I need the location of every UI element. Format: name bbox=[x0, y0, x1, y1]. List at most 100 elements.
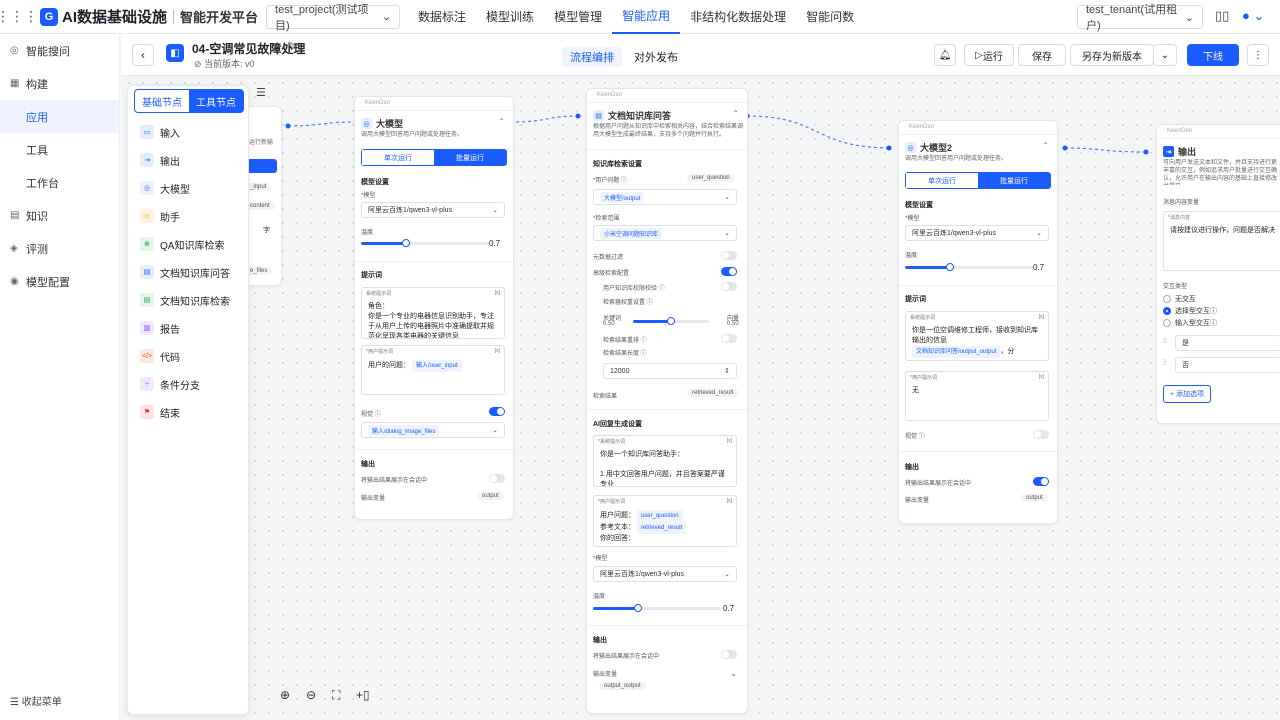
palette-item-llm[interactable]: ◎ 大模型 bbox=[140, 179, 190, 197]
output-display-toggle[interactable] bbox=[1033, 477, 1049, 486]
back-button[interactable]: ‹ bbox=[132, 44, 154, 66]
choice-option-no[interactable]: 否 bbox=[1175, 357, 1280, 373]
temperature-slider[interactable] bbox=[905, 263, 1033, 271]
palette-item-qa-search[interactable]: ⊕ QA知识库检索 bbox=[140, 235, 224, 253]
output-display-toggle[interactable] bbox=[721, 650, 737, 659]
nav-data-annotation[interactable]: 数据标注 bbox=[408, 0, 476, 34]
output-display-toggle[interactable] bbox=[489, 474, 505, 483]
palette-item-assistant[interactable]: ☺ 助手 bbox=[140, 207, 180, 225]
save-menu-button[interactable]: ⌄ bbox=[1153, 44, 1177, 66]
tab-tool-nodes[interactable]: 工具节点 bbox=[189, 90, 243, 112]
bell-icon[interactable]: 🔔︎ bbox=[934, 44, 956, 66]
add-option-button[interactable]: + 添加选项 bbox=[1163, 385, 1212, 403]
sidebar-item-evaluation[interactable]: ◈ 评测 bbox=[0, 232, 119, 265]
doc-temperature-slider[interactable] bbox=[593, 604, 721, 612]
model-select[interactable]: 阿里云百炼1/qwen3-vl-plus ⌄ bbox=[361, 202, 505, 218]
nav-model-management[interactable]: 模型管理 bbox=[544, 0, 612, 34]
output-node[interactable]: KeenGen ⇥ 输出 可向用户发送文本和文件，并且支持进行更丰富的交互，例如追… bbox=[1156, 124, 1280, 424]
vision-var-select[interactable]: 输入/dialog_image_files ⌄ bbox=[361, 422, 505, 438]
llm-node[interactable]: KeenGen ◎ 大模型 ⌃ 调用大模型回答用户问题或处理任务。 单次运行 批量… bbox=[354, 96, 515, 520]
expand-icon[interactable]: [x] bbox=[495, 290, 500, 296]
sidebar-item-apps[interactable]: 应用 bbox=[0, 100, 119, 133]
nav-smart-query[interactable]: 智能问数 bbox=[796, 0, 864, 34]
vision-toggle[interactable] bbox=[1033, 430, 1049, 439]
expand-icon[interactable]: [x] bbox=[727, 498, 732, 504]
advanced-search-toggle[interactable] bbox=[721, 267, 737, 276]
batch-run-tab[interactable]: 批量运行 bbox=[978, 173, 1050, 188]
metadata-filter-toggle[interactable] bbox=[721, 251, 737, 260]
slider-knob[interactable] bbox=[667, 317, 675, 325]
rerank-toggle[interactable] bbox=[721, 334, 737, 343]
palette-item-code[interactable]: </> 代码 bbox=[140, 347, 180, 365]
doc-qa-node[interactable]: KeenGen ▤ 文档知识库问答 ⌃ 根据用户问题从知识库中检索相关内容，结合检… bbox=[586, 88, 749, 714]
sidebar-item-workbench[interactable]: 工作台 bbox=[0, 166, 119, 199]
radio-no-interaction[interactable]: 无交互 bbox=[1163, 294, 1196, 304]
add-note-icon[interactable]: +▯ bbox=[356, 688, 370, 702]
radio-input-interaction[interactable]: 输入型交互 ⓘ bbox=[1163, 318, 1217, 328]
palette-item-condition[interactable]: ⑂ 条件分支 bbox=[140, 375, 200, 393]
drag-handle-icon[interactable]: ⁞⁞ bbox=[1163, 360, 1167, 367]
model-select[interactable]: 阿里云百炼1/qwen3-vl-plus ⌄ bbox=[905, 225, 1049, 241]
doc-system-prompt-box[interactable]: *系统提示词 [x] 你是一个知识库问答助手： 1.用中文回答用户问题，并且答案… bbox=[593, 435, 737, 487]
sidebar-item-knowledge[interactable]: ▤ 知识 bbox=[0, 199, 119, 232]
collapse-menu-button[interactable]: ☰ 收起菜单 bbox=[10, 693, 62, 708]
layout-icon[interactable]: ☰ bbox=[256, 86, 266, 99]
system-prompt-box[interactable]: 系统提示词 [x] 你是一位空调维修工程师，接收到知识库输出的信息 文档知识库问答… bbox=[905, 311, 1049, 361]
nav-unstructured-data[interactable]: 非结构化数据处理 bbox=[680, 0, 796, 34]
doc-model-select[interactable]: 阿里云百炼1/qwen3-vl-plus ⌄ bbox=[593, 566, 737, 582]
collapse-icon[interactable]: ⌃ bbox=[732, 109, 739, 118]
user-avatar-icon[interactable]: ● ⌄ bbox=[1242, 8, 1264, 24]
single-run-tab[interactable]: 单次运行 bbox=[906, 173, 978, 188]
slider-knob[interactable] bbox=[945, 263, 954, 271]
vision-toggle[interactable] bbox=[489, 407, 505, 416]
user-prompt-box[interactable]: *用户提示词 [x] 无 bbox=[905, 371, 1049, 421]
weight-slider[interactable] bbox=[633, 317, 709, 325]
sidebar-item-tools[interactable]: 工具 bbox=[0, 133, 119, 166]
llm2-node[interactable]: KeenGen ◎ 大模型2 ⌃ 调用大模型回答用户问题或处理任务。 单次运行 批… bbox=[898, 120, 1059, 524]
palette-item-doc-qa[interactable]: ▤ 文档知识库问答 bbox=[140, 263, 230, 281]
tab-basic-nodes[interactable]: 基础节点 bbox=[135, 90, 189, 112]
fit-view-icon[interactable]: ⛶ bbox=[332, 688, 340, 703]
nav-model-training[interactable]: 模型训练 bbox=[476, 0, 544, 34]
batch-run-tab[interactable]: 批量运行 bbox=[434, 150, 506, 165]
more-icon[interactable]: ⋮ bbox=[1247, 44, 1269, 66]
project-select[interactable]: test_project(测试项目) ⌄ bbox=[266, 4, 401, 32]
expand-icon[interactable]: [x] bbox=[1039, 374, 1044, 380]
palette-item-report[interactable]: ▥ 报告 bbox=[140, 319, 180, 337]
scope-select[interactable]: 小米空调问题知识库 ⌄ bbox=[593, 225, 737, 241]
question-select[interactable]: 大模型/output ⌄ bbox=[593, 189, 737, 205]
expand-icon[interactable]: [x] bbox=[727, 438, 732, 444]
palette-item-doc-search[interactable]: ▤ 文档知识库检索 bbox=[140, 291, 230, 309]
radio-choice-interaction[interactable]: 选择型交互 ⓘ bbox=[1163, 306, 1217, 316]
sidebar-item-smart-search[interactable]: ◎ 智能搜问 bbox=[0, 34, 119, 67]
nav-smart-apps[interactable]: 智能应用 bbox=[612, 0, 681, 34]
slider-knob[interactable] bbox=[401, 239, 410, 247]
app-grid-icon[interactable]: ⋮⋮⋮ bbox=[0, 0, 38, 34]
tab-flow-orchestration[interactable]: 流程编排 bbox=[562, 47, 622, 67]
drag-handle-icon[interactable]: ⁞⁞ bbox=[1163, 338, 1167, 345]
zoom-out-icon[interactable]: ⊖ bbox=[306, 688, 316, 702]
chevron-down-icon[interactable]: ⌄ bbox=[730, 669, 737, 678]
result-length-input[interactable]: 12000 ⇕ bbox=[603, 363, 737, 379]
offline-button[interactable]: 下线 bbox=[1187, 44, 1239, 66]
tenant-select[interactable]: test_tenant(试用租户) ⌄ bbox=[1077, 4, 1203, 32]
zoom-in-icon[interactable]: ⊕ bbox=[280, 688, 290, 702]
single-run-tab[interactable]: 单次运行 bbox=[362, 150, 434, 165]
save-button[interactable]: 保存 bbox=[1018, 44, 1066, 66]
collapse-icon[interactable]: ⌃ bbox=[1042, 141, 1049, 150]
temperature-slider[interactable] bbox=[361, 239, 489, 247]
edit-icon[interactable]: ✎ bbox=[288, 40, 297, 53]
palette-item-end[interactable]: ⚑ 结束 bbox=[140, 403, 180, 421]
collapse-icon[interactable]: ⌃ bbox=[498, 117, 505, 126]
user-prompt-box[interactable]: *用户提示词 [x] 用户的问题： 输入/user_input bbox=[361, 345, 505, 395]
message-content-box[interactable]: *消息内容 请按建议进行操作，问题是否解决 bbox=[1163, 211, 1280, 271]
palette-item-output[interactable]: ⇥ 输出 bbox=[140, 151, 180, 169]
palette-item-input[interactable]: ▭ 输入 bbox=[140, 123, 180, 141]
permission-check-toggle[interactable] bbox=[721, 282, 737, 291]
choice-option-yes[interactable]: 是 bbox=[1175, 335, 1280, 351]
book-icon[interactable]: ▯▯ bbox=[1215, 8, 1229, 24]
expand-icon[interactable]: [x] bbox=[495, 348, 500, 354]
run-button[interactable]: ▷ 运行 bbox=[964, 44, 1014, 66]
sidebar-item-model-config[interactable]: ◉ 模型配置 bbox=[0, 265, 119, 298]
tab-publish[interactable]: 对外发布 bbox=[626, 47, 686, 67]
